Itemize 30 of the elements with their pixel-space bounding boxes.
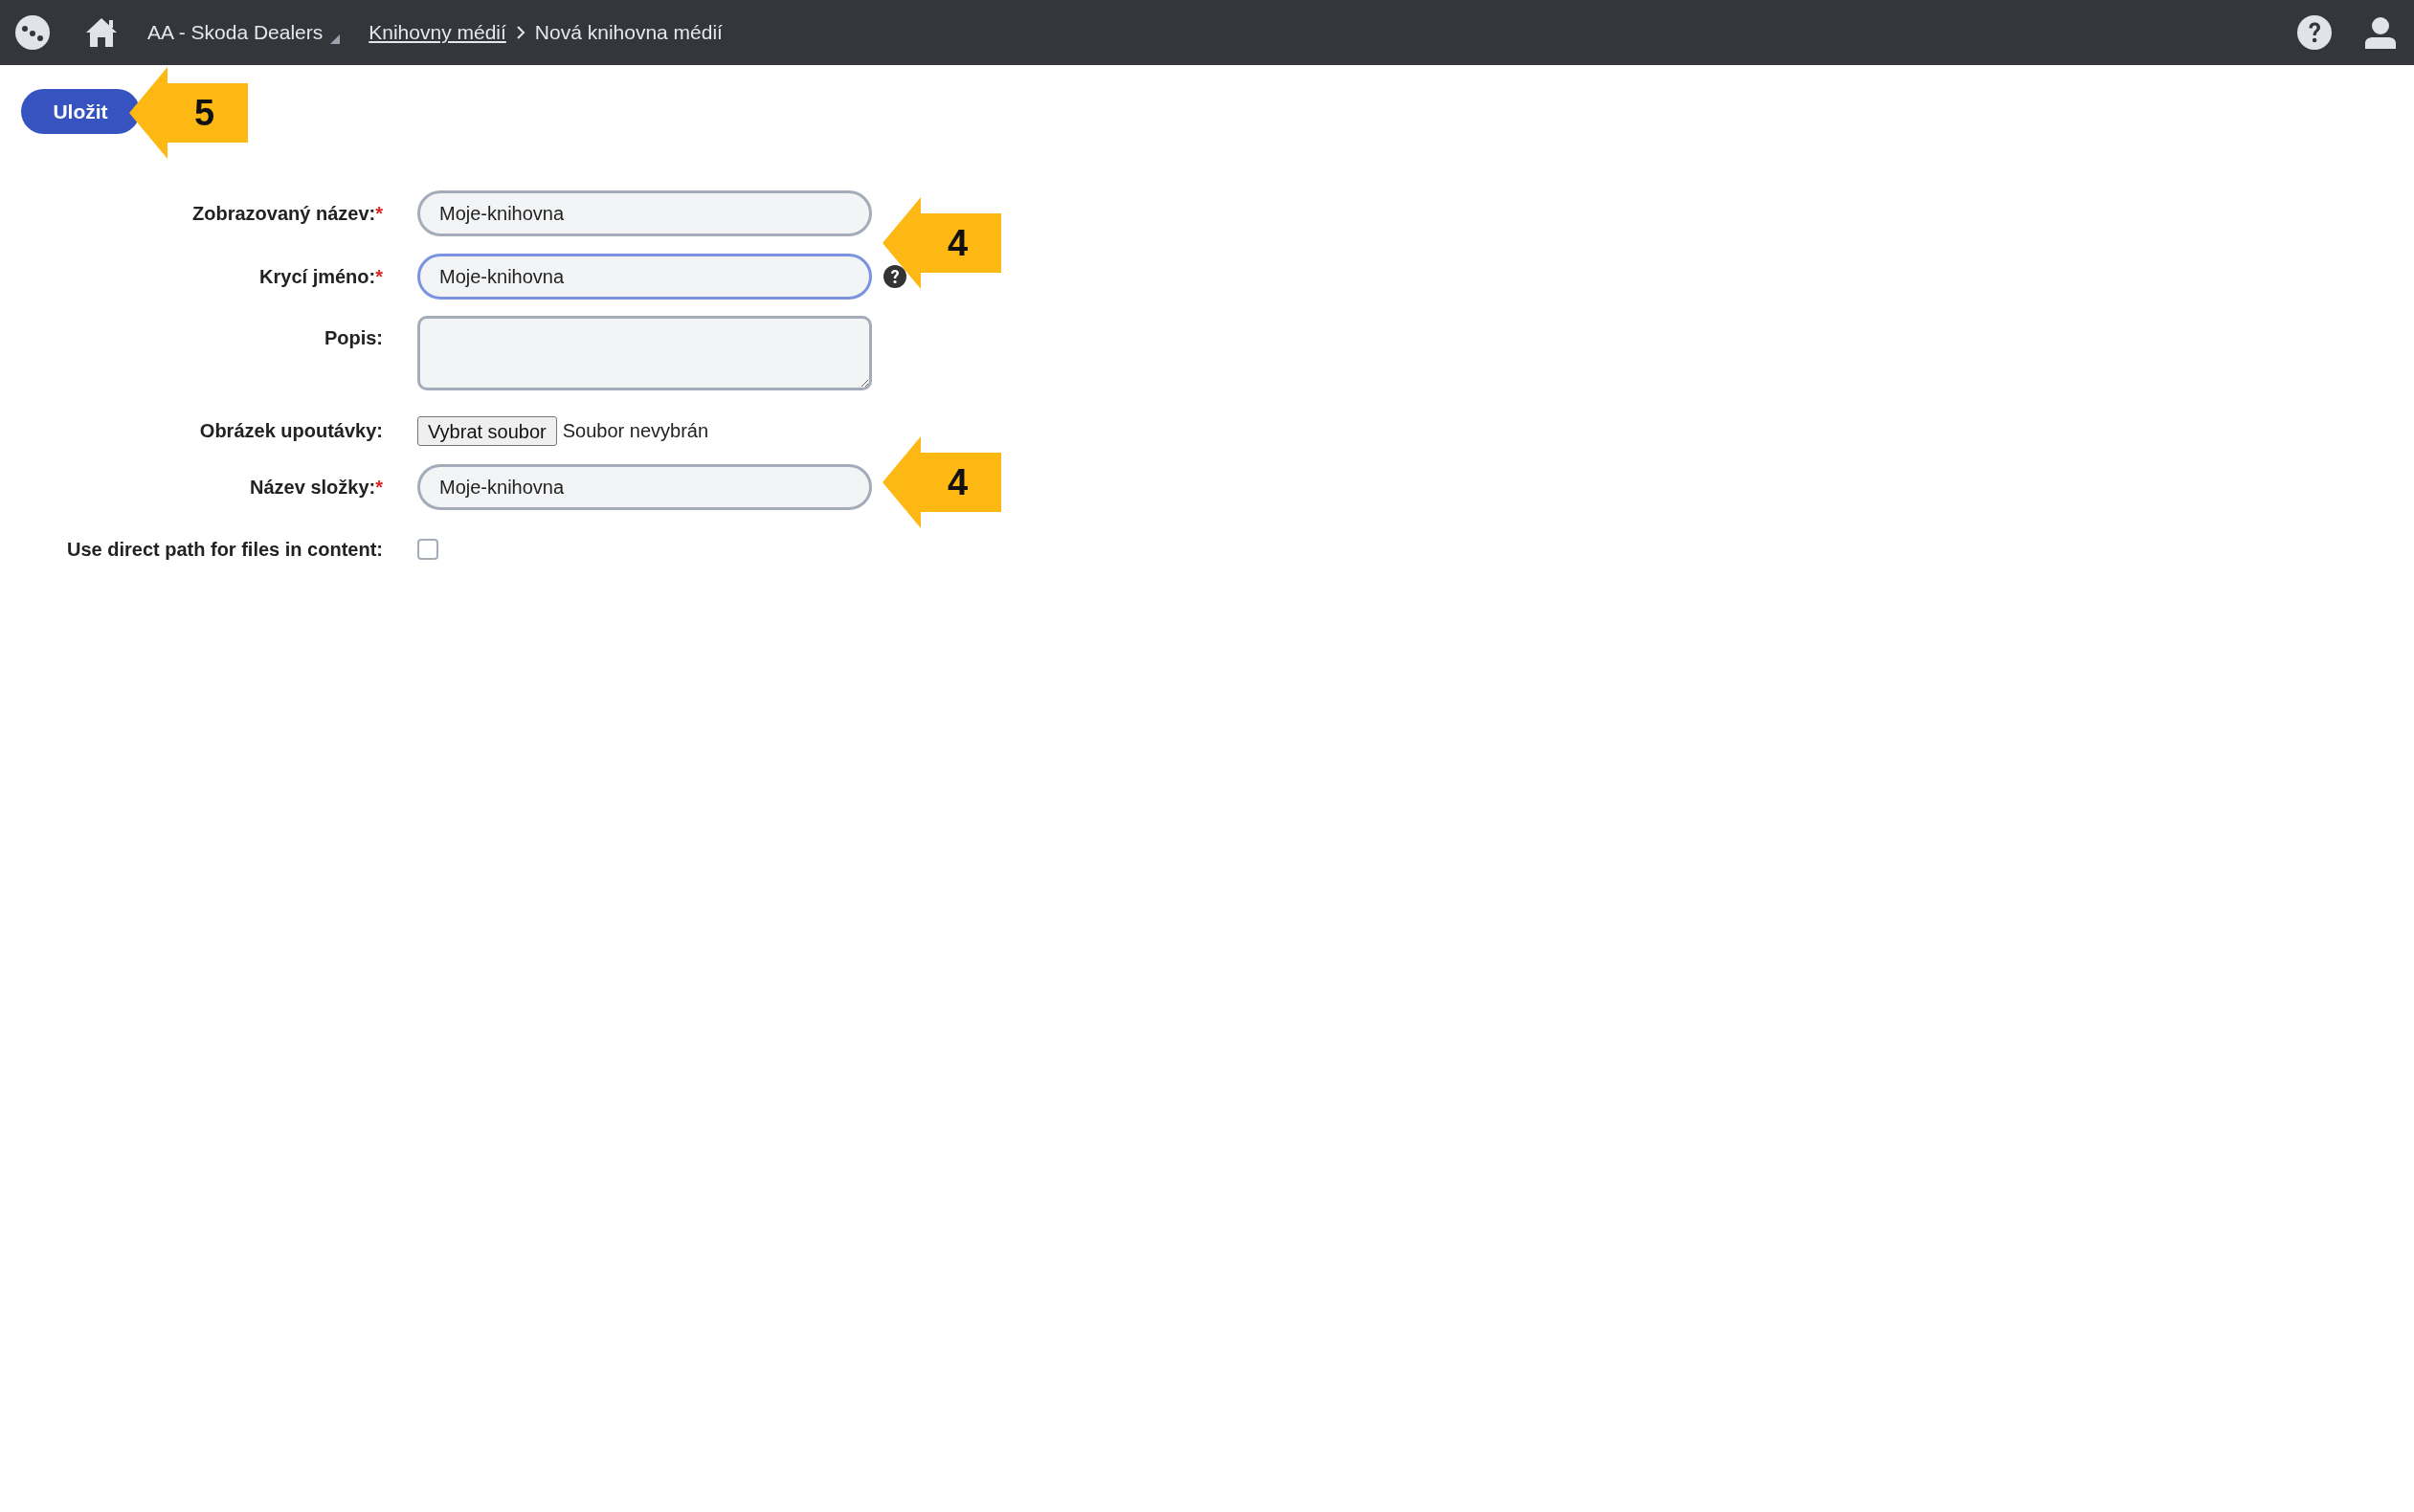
field-label: Zobrazovaný název:	[192, 202, 376, 226]
home-icon[interactable]	[84, 16, 119, 49]
callout-number: 5	[194, 92, 215, 134]
choose-file-button[interactable]: Vybrat soubor	[417, 415, 557, 446]
breadcrumb-link[interactable]: Knihovny médií	[369, 17, 506, 48]
breadcrumb-current: Nová knihovna médií	[534, 20, 723, 46]
field-label: Název složky:	[250, 476, 376, 500]
logo-icon[interactable]	[15, 15, 50, 50]
help-icon[interactable]	[2297, 15, 2332, 50]
caret-icon	[330, 33, 341, 44]
field-label: Use direct path for files in content:	[66, 538, 383, 562]
field-label: Obrázek upoutávky:	[199, 419, 383, 443]
field-label: Popis:	[324, 326, 383, 350]
help-icon[interactable]	[883, 265, 906, 288]
user-icon[interactable]	[2364, 16, 2397, 49]
description-field[interactable]	[417, 316, 872, 390]
chevron-icon	[515, 25, 525, 40]
save-button[interactable]: Uložit	[21, 89, 140, 134]
text-field[interactable]: Moje-knihovna	[417, 190, 872, 236]
required-mark: *	[375, 476, 383, 500]
text-field[interactable]: Moje-knihovna	[417, 464, 872, 510]
required-mark: *	[375, 265, 383, 289]
file-status: Soubor nevybrán	[562, 419, 709, 443]
workspace-selector[interactable]: AA - Skoda Dealers	[147, 17, 341, 48]
checkbox[interactable]	[417, 539, 438, 560]
text-field[interactable]: Moje-knihovna	[417, 254, 872, 300]
required-mark: *	[375, 202, 383, 226]
field-label: Krycí jméno:	[259, 265, 376, 289]
callout-number: 4	[948, 461, 969, 503]
callout-number: 4	[948, 222, 969, 264]
